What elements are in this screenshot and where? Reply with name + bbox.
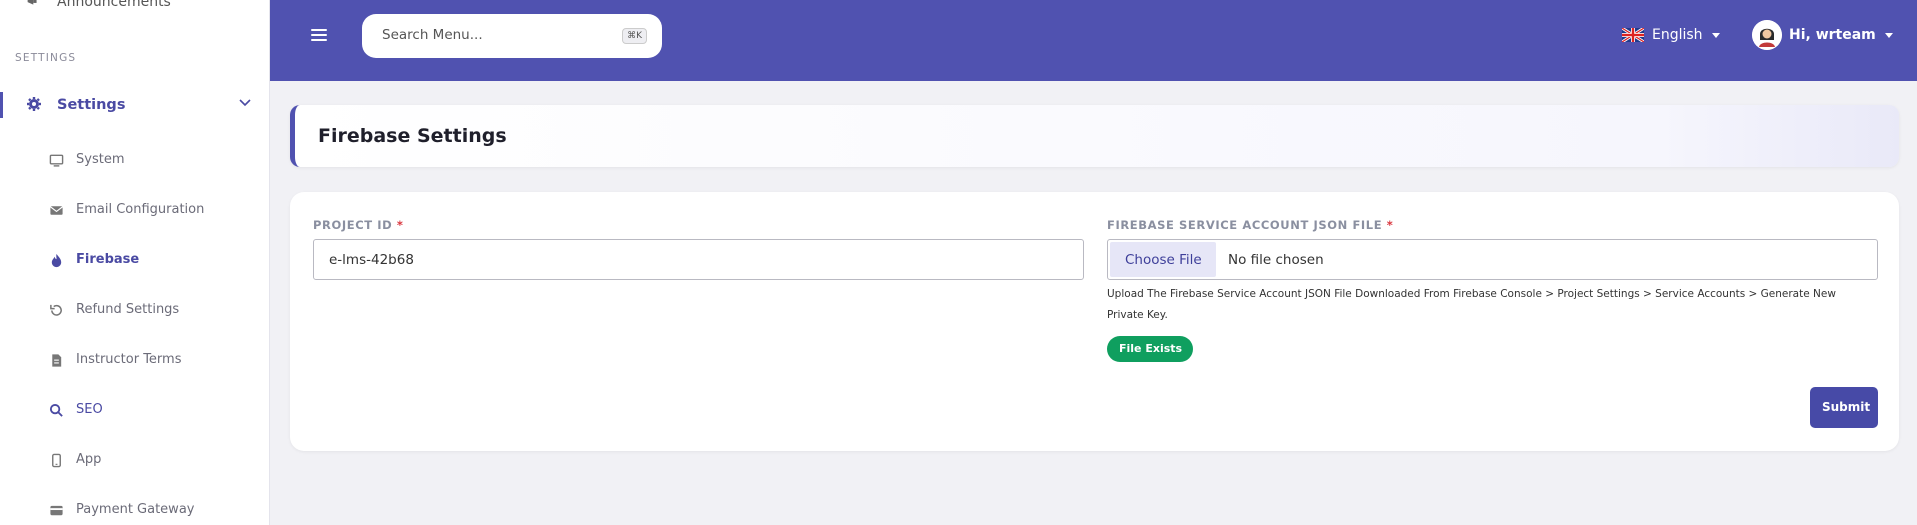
flame-icon (51, 253, 62, 268)
caret-down-icon (1711, 32, 1720, 38)
sidebar-item-label: Refund Settings (76, 302, 180, 317)
sidebar-item-label: System (76, 152, 125, 167)
refund-icon (50, 304, 62, 316)
sidebar-item-system[interactable]: System (0, 148, 269, 174)
keyboard-shortcut-badge: ⌘K (622, 28, 647, 44)
sidebar-item-label: Announcements (57, 0, 171, 10)
sidebar-item-payment-gateway[interactable]: Payment Gateway (0, 498, 269, 524)
sidebar-item-app[interactable]: App (0, 448, 269, 474)
sidebar-item-announcements[interactable]: Announcements (0, 0, 269, 14)
file-exists-badge: File Exists (1107, 336, 1193, 362)
uk-flag-icon (1622, 28, 1644, 42)
sidebar-item-label: Email Configuration (76, 202, 205, 217)
page-title-card: Firebase Settings (290, 105, 1899, 167)
mobile-icon (52, 453, 61, 468)
search-menu-input[interactable]: Search Menu... ⌘K (362, 14, 662, 58)
sidebar-item-refund-settings[interactable]: Refund Settings (0, 298, 269, 324)
required-mark: * (396, 218, 404, 232)
user-greeting: Hi, wrteam (1789, 27, 1876, 43)
json-file-label: FIREBASE SERVICE ACCOUNT JSON FILE * (1107, 218, 1394, 232)
sidebar-section-heading: SETTINGS (15, 52, 77, 64)
chevron-right-icon (242, 0, 252, 4)
sidebar-item-label: Payment Gateway (76, 502, 195, 517)
project-id-value: e-lms-42b68 (329, 252, 414, 268)
envelope-icon (50, 206, 63, 215)
card-icon (50, 505, 63, 516)
sidebar-item-settings[interactable]: Settings (0, 88, 269, 126)
sidebar-item-label: App (76, 452, 102, 467)
sidebar: Announcements SETTINGS Settings System E… (0, 0, 270, 525)
top-header: Search Menu... ⌘K English Hi, wrteam (270, 0, 1917, 81)
user-menu[interactable]: Hi, wrteam (1752, 19, 1893, 51)
monitor-icon (49, 154, 64, 167)
menu-toggle-button[interactable] (311, 26, 331, 46)
chevron-down-icon (239, 99, 251, 107)
json-file-input[interactable]: Choose File No file chosen (1107, 239, 1878, 280)
sidebar-item-label: Firebase (76, 252, 140, 267)
project-id-field[interactable]: e-lms-42b68 (313, 239, 1084, 280)
document-icon (52, 354, 62, 367)
search-placeholder: Search Menu... (382, 27, 483, 43)
caret-down-icon (1884, 32, 1893, 38)
json-file-help-text: Upload The Firebase Service Account JSON… (1107, 288, 1836, 321)
active-indicator (0, 92, 3, 118)
project-id-label: PROJECT ID * (313, 218, 404, 232)
required-mark: * (1386, 218, 1394, 232)
gear-icon (27, 97, 41, 111)
sidebar-item-seo[interactable]: SEO (0, 398, 269, 424)
sidebar-item-email-configuration[interactable]: Email Configuration (0, 198, 269, 224)
megaphone-icon (27, 0, 37, 5)
sidebar-item-label: SEO (76, 402, 103, 417)
sidebar-item-firebase[interactable]: Firebase (0, 248, 269, 274)
search-icon (49, 403, 63, 417)
language-selector[interactable]: English (1622, 24, 1720, 46)
no-file-chosen-text: No file chosen (1228, 252, 1324, 268)
avatar (1752, 20, 1782, 50)
sidebar-item-label: Settings (57, 97, 126, 113)
submit-button[interactable]: Submit (1810, 387, 1878, 428)
sidebar-item-instructor-terms[interactable]: Instructor Terms (0, 348, 269, 374)
sidebar-item-label: Instructor Terms (76, 352, 182, 367)
choose-file-button[interactable]: Choose File (1110, 242, 1216, 277)
firebase-settings-form: PROJECT ID * e-lms-42b68 FIREBASE SERVIC… (290, 192, 1899, 451)
page-title: Firebase Settings (318, 125, 507, 147)
language-label: English (1652, 27, 1703, 43)
